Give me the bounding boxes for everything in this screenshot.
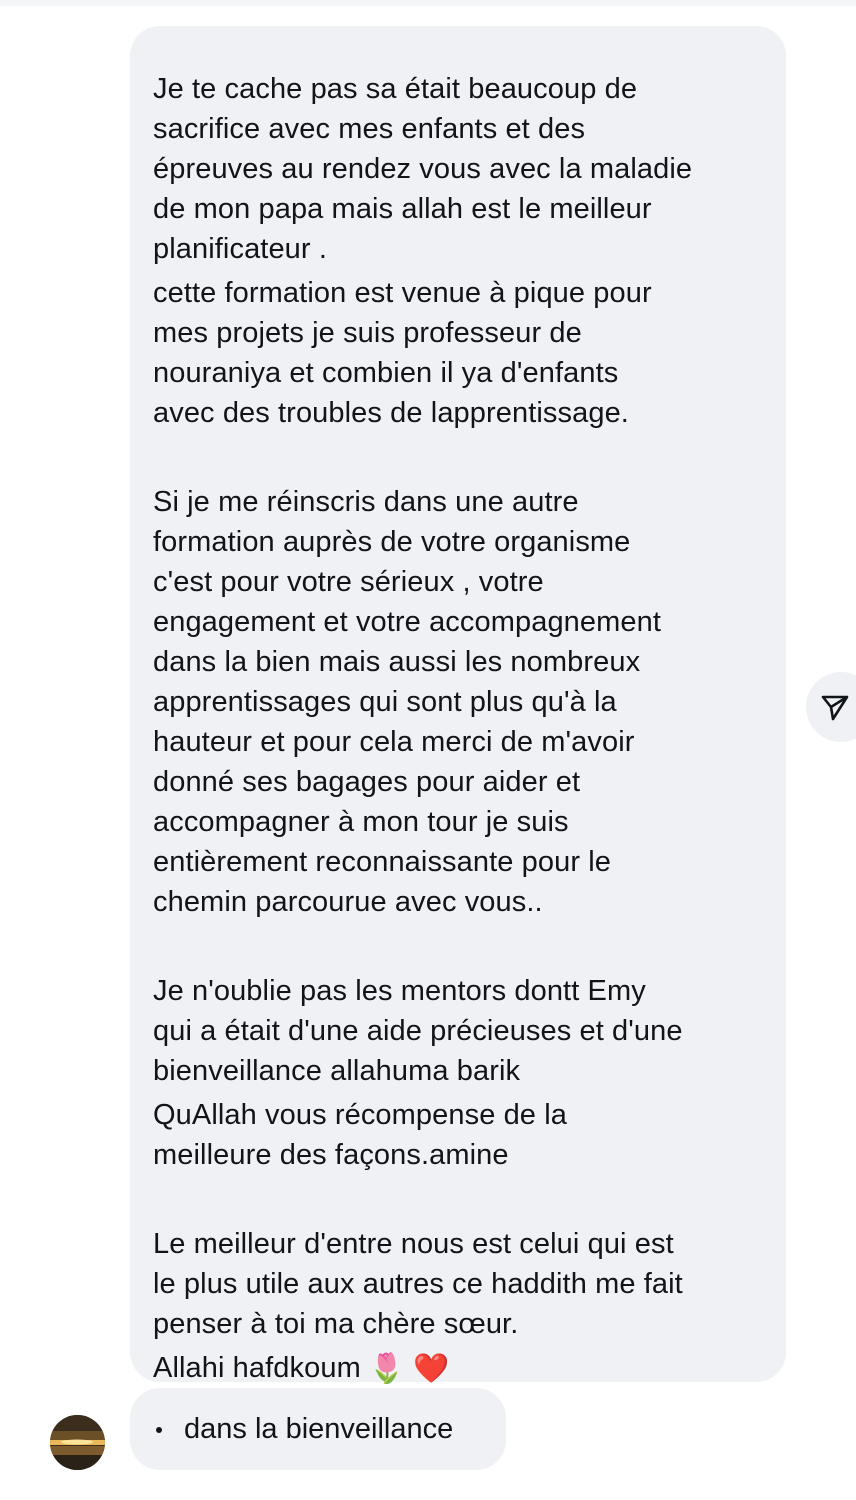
message-paragraph-6: Le meilleur d'entre nous est celui qui e… [153, 1228, 683, 1340]
tulip-emoji: 🌷 [368, 1353, 406, 1386]
message-paragraph-2: cette formation est venue à pique pour m… [153, 277, 652, 429]
message-paragraph-4: Je n'oublie pas les mentors dontt Emy qu… [153, 975, 683, 1087]
message-bubble-reply[interactable]: dans la bienveillance [130, 1388, 506, 1470]
send-icon [821, 695, 849, 721]
message-paragraph-5: QuAllah vous récompense de la meilleure … [153, 1099, 567, 1171]
top-divider [0, 0, 856, 6]
message-paragraph-3: Si je me réinscris dans une autre format… [153, 486, 661, 918]
share-button[interactable] [806, 672, 856, 742]
avatar-image [50, 1415, 105, 1470]
message-paragraph-1: Je te cache pas sa était beaucoup de sac… [153, 73, 693, 265]
bullet-point [156, 1427, 162, 1433]
message-closing-text: Allahi hafdkoum [153, 1352, 361, 1384]
avatar[interactable] [50, 1415, 105, 1470]
reply-text: dans la bienveillance [184, 1413, 454, 1445]
message-bubble[interactable]: Je te cache pas sa était beaucoup de sac… [130, 26, 786, 1385]
heart-emoji: ❤️ [413, 1353, 450, 1386]
message-paragraph-7: Allahi hafdkoum 🌷 ❤️ [153, 1348, 766, 1389]
